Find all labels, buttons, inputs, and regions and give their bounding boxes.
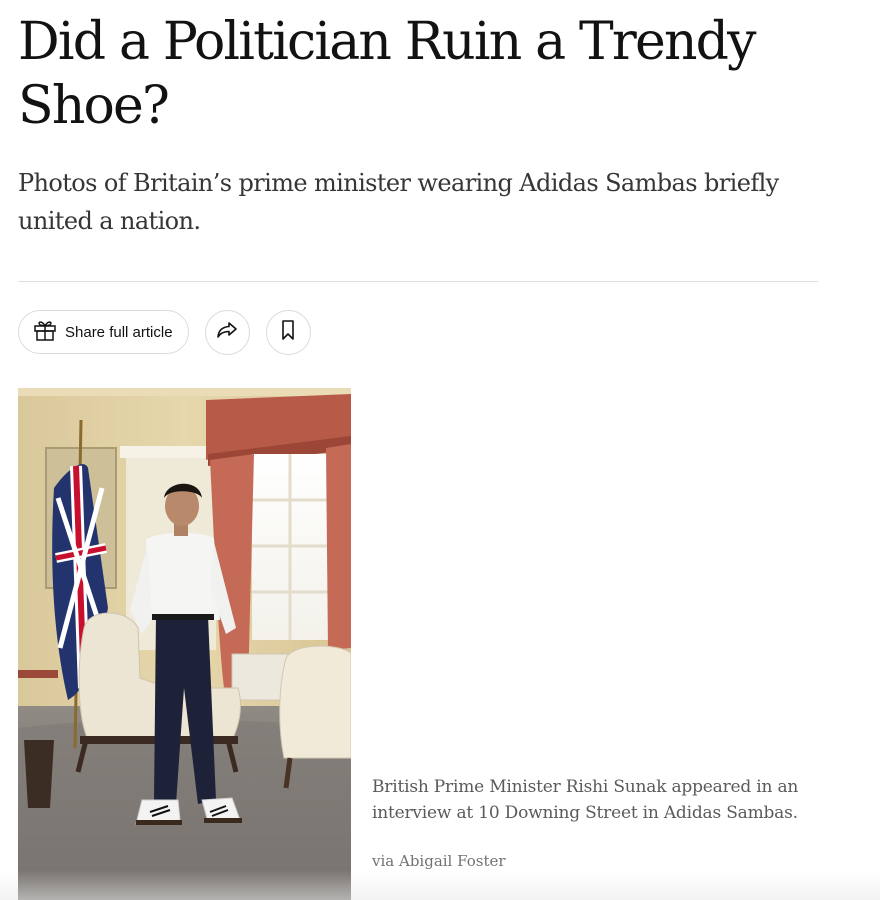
share-full-article-button[interactable]: Share full article: [18, 310, 189, 354]
bookmark-icon: [278, 319, 298, 345]
gift-icon: [32, 317, 58, 347]
share-arrow-icon: [215, 318, 239, 346]
bottom-fade: [0, 870, 880, 900]
article-toolbar: Share full article: [18, 309, 311, 355]
divider: [18, 281, 818, 282]
save-bookmark-button[interactable]: [265, 309, 311, 355]
article-summary: Photos of Britain’s prime minister weari…: [18, 169, 779, 235]
article-photo: [18, 388, 351, 900]
article-headline: Did a Politician Ruin a Trendy Shoe?: [18, 12, 757, 136]
share-button[interactable]: [204, 309, 250, 355]
photo-credit: via Abigail Foster: [372, 852, 506, 870]
share-full-article-label: Share full article: [65, 323, 173, 341]
photo-caption: British Prime Minister Rishi Sunak appea…: [372, 777, 799, 823]
photo-illustration: [18, 388, 351, 900]
